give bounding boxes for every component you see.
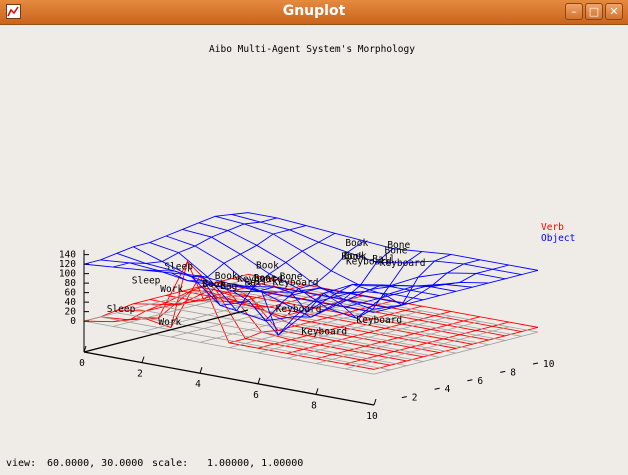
scale-label: scale: xyxy=(152,458,189,469)
data-label: Work xyxy=(158,317,181,328)
data-label: Book xyxy=(256,260,279,271)
legend: Verb Object xyxy=(541,222,575,244)
gnuplot-window: Gnuplot – □ ✕ Aibo Multi-Agent System's … xyxy=(0,0,628,475)
x-tick xyxy=(373,398,377,406)
view-value: 60.0000, 30.0000 xyxy=(47,458,144,469)
y-tick-label: 10 xyxy=(543,359,555,370)
y-tick xyxy=(532,362,539,365)
x-tick-label: 10 xyxy=(366,411,378,422)
maximize-icon[interactable]: □ xyxy=(585,3,603,20)
data-label: Book xyxy=(345,238,368,249)
status-bar: view: 60.0000, 30.0000 scale: 1.00000, 1… xyxy=(0,452,628,475)
y-tick xyxy=(401,396,407,399)
data-label: Sleep xyxy=(107,304,136,315)
data-label: Bone xyxy=(280,271,303,282)
data-label: Sleep xyxy=(132,275,161,286)
y-tick xyxy=(434,387,440,390)
series-line xyxy=(83,212,249,265)
data-labels: SleepWorkSleepWorkSleepBookBookBagKeyboa… xyxy=(107,238,426,337)
series-line xyxy=(112,217,278,268)
data-label: Sleep xyxy=(164,262,193,273)
title-bar[interactable]: Gnuplot – □ ✕ xyxy=(0,0,628,25)
scale-value: 1.00000, 1.00000 xyxy=(207,458,304,469)
z-tick-label: 100 xyxy=(59,269,76,280)
y-tick-label: 8 xyxy=(510,367,516,378)
close-icon[interactable]: ✕ xyxy=(605,3,623,20)
minimize-icon[interactable]: – xyxy=(565,3,583,20)
legend-object: Object xyxy=(541,233,575,244)
x-tick-label: 4 xyxy=(195,379,201,390)
x-tick xyxy=(141,356,145,363)
surface-plot[interactable]: Aibo Multi-Agent System's Morphology 0 2 4… xyxy=(0,24,628,452)
y-tick-label: 6 xyxy=(477,376,483,387)
x-tick xyxy=(199,367,203,374)
data-label: Keyboard xyxy=(356,315,402,326)
z-tick-label: 140 xyxy=(59,250,76,261)
axis-line xyxy=(83,309,375,406)
x-tick xyxy=(315,388,319,395)
chart-title: Aibo Multi-Agent System's Morphology xyxy=(209,44,415,55)
z-tick-label: 80 xyxy=(65,278,77,289)
data-label: Keyboard xyxy=(276,304,322,315)
x-tick-label: 8 xyxy=(311,400,317,411)
z-tick-label: 60 xyxy=(65,288,77,299)
x-tick-label: 0 xyxy=(79,358,85,369)
data-label: Bone xyxy=(387,240,410,251)
z-tick-label: 120 xyxy=(59,259,76,270)
data-label: Keyboard xyxy=(380,258,426,269)
legend-verb: Verb xyxy=(541,222,564,233)
x-tick xyxy=(257,377,261,384)
z-tick-label: 20 xyxy=(65,307,77,318)
data-label: Keyboard xyxy=(301,327,347,338)
view-label: view: xyxy=(6,458,37,469)
x-tick-label: 6 xyxy=(253,390,259,401)
z-tick-label: 40 xyxy=(65,297,77,308)
data-label: Work xyxy=(160,284,183,295)
y-tick xyxy=(467,379,473,382)
series-line xyxy=(170,232,336,312)
window-title: Gnuplot xyxy=(282,3,346,19)
y-tick-label: 2 xyxy=(412,393,418,404)
data-label: Book xyxy=(341,251,364,262)
y-tick xyxy=(500,370,506,373)
data-label: Bag xyxy=(220,281,237,292)
y-tick-label: 4 xyxy=(445,384,451,395)
z-tick-label: 0 xyxy=(70,316,76,327)
x-tick-label: 2 xyxy=(137,369,143,380)
